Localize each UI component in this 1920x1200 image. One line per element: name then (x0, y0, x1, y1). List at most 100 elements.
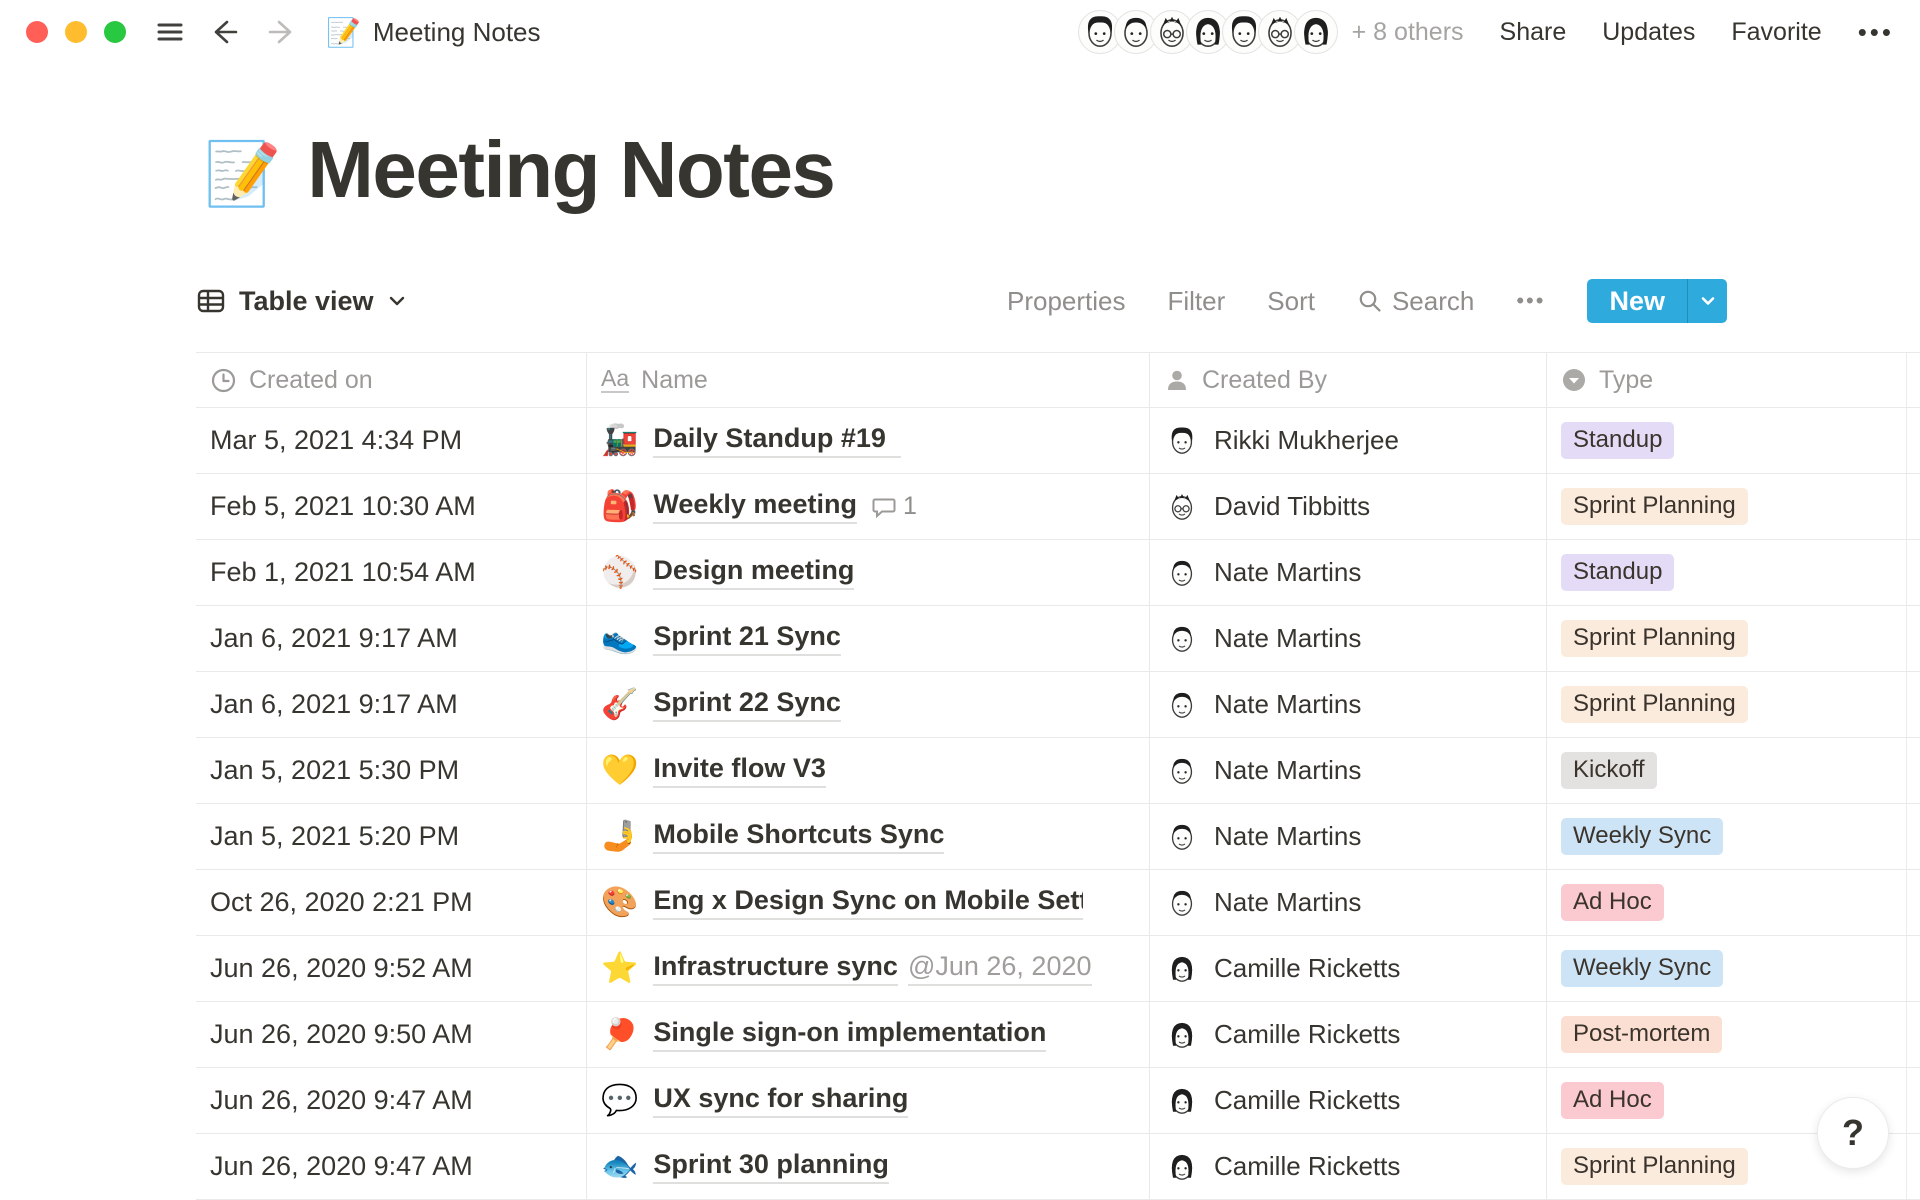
created-by-cell[interactable]: David Tibbitts (1150, 474, 1547, 539)
created-on-cell[interactable]: Mar 5, 2021 4:34 PM (196, 408, 587, 473)
minimize-window-button[interactable] (65, 21, 87, 43)
created-by-cell[interactable]: Rikki Mukherjee (1150, 408, 1547, 473)
page-title-emoji-icon[interactable]: 📝 (204, 144, 281, 214)
properties-button[interactable]: Properties (1007, 286, 1126, 317)
name-cell[interactable]: ⚾ Design meeting (587, 540, 1150, 605)
created-on-cell[interactable]: Feb 1, 2021 10:54 AM (196, 540, 587, 605)
name-cell[interactable]: 🎸 Sprint 22 Sync (587, 672, 1150, 737)
page-link[interactable]: Single sign-on implementation (653, 1017, 1046, 1052)
name-cell[interactable]: 🎒 Weekly meeting 1 (587, 474, 1150, 539)
column-header-label: Name (641, 366, 708, 395)
created-on-value: Feb 1, 2021 10:54 AM (210, 557, 476, 588)
type-cell[interactable]: Sprint Planning (1547, 672, 1907, 737)
name-cell[interactable]: 🏓 Single sign-on implementation (587, 1002, 1150, 1067)
new-button[interactable]: New (1587, 279, 1687, 323)
view-more-options-icon[interactable]: ••• (1516, 288, 1545, 314)
page-link[interactable]: Weekly meeting (653, 489, 857, 524)
updates-button[interactable]: Updates (1602, 18, 1695, 47)
page-link[interactable]: Design meeting (653, 555, 854, 590)
sidebar-menu-icon[interactable] (154, 16, 186, 48)
filter-button[interactable]: Filter (1168, 286, 1226, 317)
avatar (1164, 423, 1200, 459)
name-cell[interactable]: 💛 Invite flow V3 (587, 738, 1150, 803)
back-arrow-icon[interactable] (208, 15, 242, 49)
collaborator-avatar[interactable] (1294, 10, 1338, 54)
column-header-created-on[interactable]: Created on (196, 353, 587, 407)
breadcrumb[interactable]: 📝 Meeting Notes (326, 16, 541, 49)
forward-arrow-icon[interactable] (264, 15, 298, 49)
help-button[interactable]: ? (1817, 1097, 1889, 1169)
type-cell[interactable]: Sprint Planning (1547, 606, 1907, 671)
page-link[interactable]: Sprint 21 Sync (653, 621, 841, 656)
name-cell[interactable]: 🎨 Eng x Design Sync on Mobile Settings (587, 870, 1150, 935)
page-link[interactable]: Sprint 22 Sync (653, 687, 841, 722)
type-cell[interactable]: Weekly Sync (1547, 804, 1907, 869)
created-by-cell[interactable]: Nate Martins (1150, 606, 1547, 671)
type-cell[interactable]: Post-mortem (1547, 1002, 1907, 1067)
others-count[interactable]: + 8 others (1352, 18, 1464, 47)
page-link[interactable]: Daily Standup #19 (653, 423, 901, 458)
comment-count[interactable]: 1 (871, 492, 917, 521)
created-by-cell[interactable]: Camille Ricketts (1150, 1068, 1547, 1133)
type-cell[interactable]: Standup (1547, 540, 1907, 605)
share-button[interactable]: Share (1500, 18, 1567, 47)
created-by-cell[interactable]: Nate Martins (1150, 672, 1547, 737)
page-title-text[interactable]: Meeting Notes (307, 126, 834, 214)
search-button[interactable]: Search (1357, 286, 1474, 317)
created-on-cell[interactable]: Feb 5, 2021 10:30 AM (196, 474, 587, 539)
created-on-cell[interactable]: Jun 26, 2020 9:50 AM (196, 1002, 587, 1067)
type-cell[interactable]: Ad Hoc (1547, 870, 1907, 935)
new-dropdown-button[interactable] (1687, 279, 1727, 323)
created-on-cell[interactable]: Jun 26, 2020 9:47 AM (196, 1068, 587, 1133)
column-header-created-by[interactable]: Created By (1150, 353, 1547, 407)
more-options-icon[interactable]: ••• (1858, 17, 1894, 48)
created-by-cell[interactable]: Nate Martins (1150, 738, 1547, 803)
created-on-cell[interactable]: Jan 5, 2021 5:20 PM (196, 804, 587, 869)
date-mention[interactable]: @Jun 26, 2020 (908, 951, 1092, 986)
name-cell[interactable]: 👟 Sprint 21 Sync (587, 606, 1150, 671)
column-header-type[interactable]: Type (1547, 353, 1907, 407)
created-by-cell[interactable]: Camille Ricketts (1150, 1002, 1547, 1067)
name-cell[interactable]: 🤳 Mobile Shortcuts Sync (587, 804, 1150, 869)
created-by-cell[interactable]: Nate Martins (1150, 540, 1547, 605)
page-emoji-icon: 📝 (326, 16, 361, 49)
close-window-button[interactable] (26, 21, 48, 43)
creator-name: Nate Martins (1214, 821, 1361, 852)
name-cell[interactable]: 🐟 Sprint 30 planning (587, 1134, 1150, 1199)
created-on-cell[interactable]: Oct 26, 2020 2:21 PM (196, 870, 587, 935)
column-header-label: Created By (1202, 366, 1327, 395)
created-by-cell[interactable]: Camille Ricketts (1150, 1134, 1547, 1199)
creator-name: Nate Martins (1214, 755, 1361, 786)
collaborator-avatars[interactable] (1078, 10, 1338, 54)
page-link[interactable]: UX sync for sharing (653, 1083, 908, 1118)
type-cell[interactable]: Weekly Sync (1547, 936, 1907, 1001)
created-on-value: Jan 5, 2021 5:30 PM (210, 755, 459, 786)
favorite-button[interactable]: Favorite (1731, 18, 1821, 47)
name-cell[interactable]: ⭐ Infrastructure sync @Jun 26, 2020 (587, 936, 1150, 1001)
type-cell[interactable]: Kickoff (1547, 738, 1907, 803)
created-on-cell[interactable]: Jan 6, 2021 9:17 AM (196, 606, 587, 671)
type-cell[interactable]: Standup (1547, 408, 1907, 473)
sort-button[interactable]: Sort (1267, 286, 1315, 317)
created-by-cell[interactable]: Nate Martins (1150, 804, 1547, 869)
created-on-cell[interactable]: Jan 6, 2021 9:17 AM (196, 672, 587, 737)
created-on-cell[interactable]: Jun 26, 2020 9:47 AM (196, 1134, 587, 1199)
column-header-name[interactable]: Aa Name (587, 353, 1150, 407)
created-on-cell[interactable]: Jun 26, 2020 9:52 AM (196, 936, 587, 1001)
type-cell[interactable]: Sprint Planning (1547, 474, 1907, 539)
type-badge: Standup (1561, 554, 1674, 591)
table-row: Mar 5, 2021 4:34 PM 🚂 Daily Standup #19 … (196, 408, 1920, 474)
name-cell[interactable]: 💬 UX sync for sharing (587, 1068, 1150, 1133)
page-link[interactable]: Invite flow V3 (653, 753, 826, 788)
type-badge: Sprint Planning (1561, 620, 1748, 657)
name-cell[interactable]: 🚂 Daily Standup #19 (587, 408, 1150, 473)
page-link[interactable]: Eng x Design Sync on Mobile Settings (653, 885, 1083, 920)
created-by-cell[interactable]: Nate Martins (1150, 870, 1547, 935)
zoom-window-button[interactable] (104, 21, 126, 43)
created-by-cell[interactable]: Camille Ricketts (1150, 936, 1547, 1001)
created-on-cell[interactable]: Jan 5, 2021 5:30 PM (196, 738, 587, 803)
page-link[interactable]: Mobile Shortcuts Sync (653, 819, 944, 854)
table-view-switcher[interactable]: Table view (196, 286, 407, 317)
page-link[interactable]: Sprint 30 planning (653, 1149, 889, 1184)
page-link[interactable]: Infrastructure sync (653, 951, 898, 986)
